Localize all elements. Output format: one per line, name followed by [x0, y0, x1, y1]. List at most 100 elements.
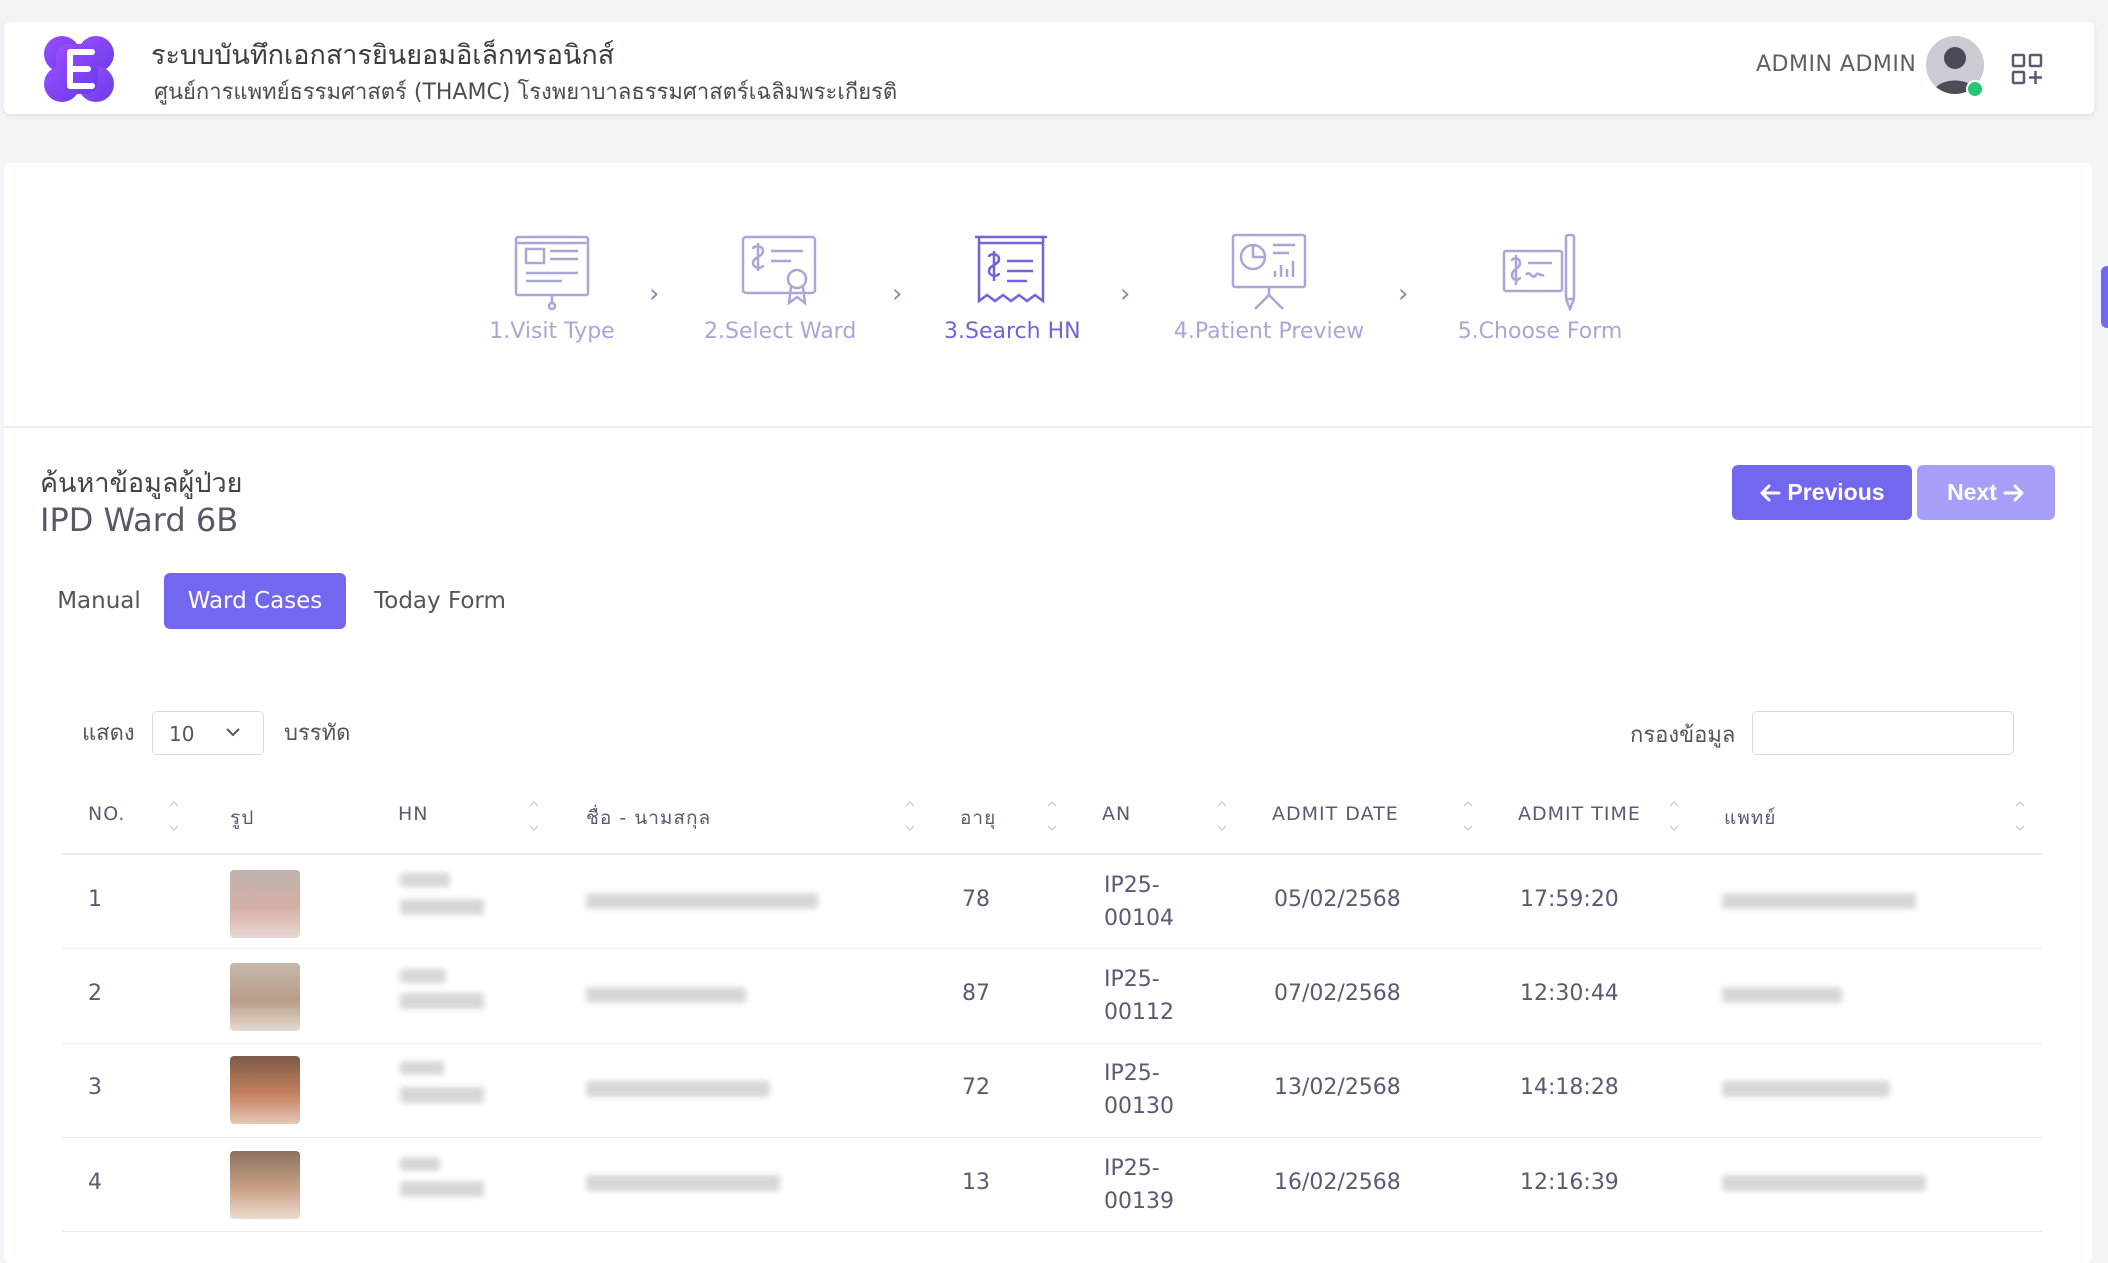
app-logo[interactable] [40, 34, 120, 104]
choose-form-icon [1502, 233, 1576, 311]
chevron-down-icon [226, 728, 240, 737]
next-label: Next [1947, 479, 1997, 505]
sort-icon[interactable] [1046, 798, 1058, 834]
column-header-admit-time[interactable]: ADMIT TIME [1518, 803, 1641, 825]
cell-an-number: 00112 [1104, 1000, 1174, 1025]
redacted-hn [400, 873, 450, 887]
cell-admit-date: 07/02/2568 [1274, 981, 1401, 1006]
tab-ward-cases[interactable]: Ward Cases [164, 573, 346, 629]
row-divider [62, 1043, 2042, 1044]
redacted-name [586, 987, 746, 1003]
step-label: 4.Patient Preview [1173, 319, 1365, 344]
sort-icon[interactable] [1216, 798, 1228, 834]
cell-an: IP25- 00130 [1104, 1057, 1174, 1123]
tab-today-form[interactable]: Today Form [360, 573, 520, 629]
cell-age: 78 [962, 887, 990, 912]
redacted-name [586, 1081, 770, 1097]
step-label: 5.Choose Form [1457, 319, 1623, 344]
table-header-divider [62, 853, 2042, 855]
cell-no: 4 [88, 1170, 102, 1195]
redacted-hn [400, 969, 446, 983]
row-divider [62, 1231, 2042, 1232]
tab-manual[interactable]: Manual [44, 573, 154, 629]
cell-admit-time: 17:59:20 [1520, 887, 1619, 912]
apps-add-icon[interactable] [2010, 52, 2044, 86]
next-button[interactable]: Next [1917, 465, 2055, 520]
cell-an: IP25- 00104 [1104, 869, 1174, 935]
cell-an-number: 00104 [1104, 906, 1174, 931]
sort-icon[interactable] [168, 798, 180, 834]
cell-no: 1 [88, 887, 102, 912]
patient-preview-icon [1231, 233, 1307, 310]
sort-icon[interactable] [1668, 798, 1680, 834]
redacted-hn [400, 1087, 484, 1103]
column-header-hn[interactable]: HN [398, 803, 429, 825]
redacted-hn [400, 1181, 484, 1197]
step-visit-type[interactable]: 1.Visit Type [484, 231, 620, 344]
cell-age: 13 [962, 1170, 990, 1195]
step-label: 3.Search HN [944, 319, 1081, 344]
rows-label: บรรทัด [284, 721, 351, 746]
column-header-an[interactable]: AN [1102, 803, 1131, 825]
filter-label: กรองข้อมูล [1630, 723, 1736, 748]
redacted-doctor [1722, 987, 1842, 1003]
patient-photo [230, 1056, 300, 1124]
redacted-hn [400, 1061, 444, 1075]
filter-input[interactable] [1752, 711, 2014, 755]
app-subtitle: ศูนย์การแพทย์ธรรมศาสตร์ (THAMC) โรงพยาบา… [154, 80, 898, 105]
redacted-name [586, 893, 818, 909]
redacted-doctor [1722, 893, 1916, 909]
patient-photo [230, 870, 300, 938]
redacted-doctor [1722, 1175, 1926, 1191]
column-header-no[interactable]: NO. [88, 803, 125, 825]
step-choose-form[interactable]: 5.Choose Form [1452, 231, 1628, 344]
arrow-left-icon [1760, 484, 1781, 501]
column-header-name[interactable]: ชื่อ - นามสกุล [586, 803, 711, 833]
cell-age: 87 [962, 981, 990, 1006]
cell-age: 72 [962, 1075, 990, 1100]
sort-icon[interactable] [2014, 798, 2026, 834]
stepper-divider [4, 426, 2092, 428]
user-name[interactable]: ADMIN ADMIN [1756, 52, 1916, 77]
page-size-value: 10 [169, 722, 195, 746]
sort-icon[interactable] [1462, 798, 1474, 834]
show-label: แสดง [82, 721, 135, 746]
cell-no: 3 [88, 1075, 102, 1100]
ward-title: IPD Ward 6B [40, 501, 239, 539]
row-divider [62, 1137, 2042, 1138]
select-ward-icon [741, 235, 817, 306]
step-select-ward[interactable]: 2.Select Ward [704, 231, 857, 344]
sort-icon[interactable] [528, 798, 540, 834]
cell-an-prefix: IP25- [1104, 967, 1160, 992]
patient-photo [230, 963, 300, 1031]
section-title: ค้นหาข้อมูลผู้ป่วย [40, 468, 243, 499]
cell-an: IP25- 00112 [1104, 963, 1174, 1029]
step-label: 1.Visit Type [489, 319, 615, 344]
cell-admit-date: 05/02/2568 [1274, 887, 1401, 912]
column-header-doctor[interactable]: แพทย์ [1724, 803, 1776, 833]
cell-an-number: 00139 [1104, 1189, 1174, 1214]
redacted-hn [400, 993, 484, 1009]
previous-button[interactable]: Previous [1732, 465, 1912, 520]
redacted-hn [400, 1157, 440, 1171]
customizer-toggle[interactable] [2101, 266, 2108, 328]
visit-type-icon [514, 235, 590, 311]
row-divider [62, 948, 2042, 949]
cell-admit-date: 16/02/2568 [1274, 1170, 1401, 1195]
cell-no: 2 [88, 981, 102, 1006]
column-header-photo[interactable]: รูป [230, 803, 254, 833]
page-size-select[interactable]: 10 [152, 711, 264, 755]
step-label: 2.Select Ward [704, 319, 857, 344]
redacted-hn [400, 899, 484, 915]
step-patient-preview[interactable]: 4.Patient Preview [1172, 231, 1366, 344]
main-card: 1.Visit Type › 2.Select Ward › 3.Search … [4, 163, 2092, 1263]
cell-admit-date: 13/02/2568 [1274, 1075, 1401, 1100]
step-search-hn[interactable]: 3.Search HN [944, 231, 1081, 344]
previous-label: Previous [1787, 479, 1885, 505]
column-header-admit-date[interactable]: ADMIT DATE [1272, 803, 1399, 825]
chevron-right-icon: › [1120, 279, 1131, 309]
column-header-age[interactable]: อายุ [960, 803, 996, 833]
cell-admit-time: 12:16:39 [1520, 1170, 1619, 1195]
chevron-right-icon: › [649, 279, 660, 309]
sort-icon[interactable] [904, 798, 916, 834]
